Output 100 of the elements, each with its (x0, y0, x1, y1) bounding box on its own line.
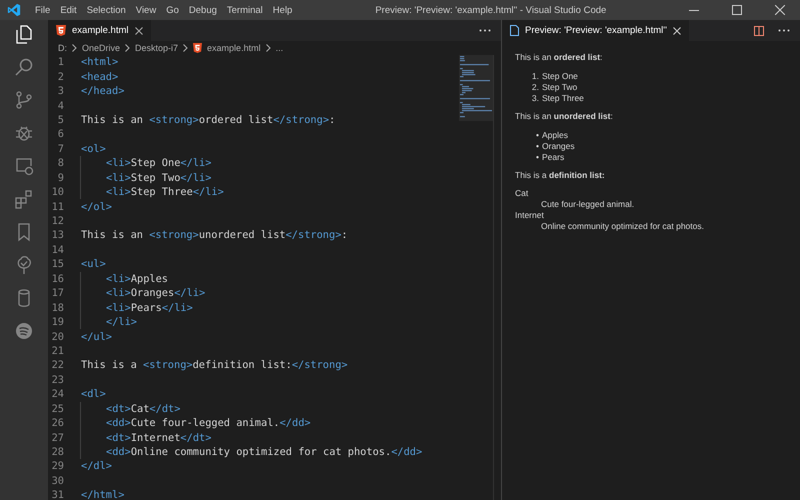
menu-item[interactable]: Help (268, 4, 298, 16)
line-number: 11 (50, 200, 64, 213)
preview-paragraph: This is an ordered list: (515, 52, 604, 62)
menu-item[interactable]: View (130, 4, 162, 16)
code-line: <li>Step One</li> (106, 157, 212, 170)
code-line: <li>Oranges</li> (106, 287, 206, 300)
split-editor-icon[interactable] (754, 26, 764, 36)
code-line: <ol> (81, 142, 106, 155)
code-line: This is an <strong>unordered list</strong>: (81, 229, 348, 242)
code-line: <li>Step Two</li> (106, 172, 212, 184)
preview-tab[interactable]: Preview: 'Preview: 'example.html'' (502, 20, 689, 41)
code-line: <dt>Cat</dt> (106, 402, 180, 415)
line-number: 15 (50, 258, 64, 270)
extensions-icon[interactable] (14, 189, 34, 209)
chevron-icon (183, 44, 188, 52)
line-number: 9 (56, 172, 64, 184)
code-line: </dl> (81, 460, 112, 472)
chevron-icon (125, 44, 130, 52)
line-number: 10 (50, 186, 64, 198)
list-marker: 1. (530, 70, 540, 80)
code-line: <dd>Cute four-legged animal.</dd> (106, 417, 311, 430)
more-icon[interactable] (778, 29, 790, 32)
line-number: 20 (50, 330, 64, 343)
menu-item[interactable]: Terminal (222, 4, 268, 16)
breadcrumb-item[interactable]: example.html (207, 43, 261, 53)
line-number: 21 (50, 344, 64, 357)
code-line: </head> (81, 85, 124, 98)
line-number: 23 (50, 374, 64, 386)
code-line: </html> (81, 489, 124, 500)
code-line: </ol> (81, 200, 112, 213)
html-file-icon (56, 25, 66, 36)
preview-paragraph: This is an unordered list: (515, 111, 614, 121)
code-line: This is an <strong>ordered list</strong>: (81, 114, 336, 126)
menu-item[interactable]: File (30, 4, 56, 16)
list-marker: 2. (530, 82, 540, 92)
list-marker: • (535, 152, 540, 162)
line-number: 2 (56, 70, 64, 83)
line-number: 19 (50, 316, 64, 328)
menu-item[interactable]: Debug (184, 4, 222, 16)
branch-icon[interactable] (14, 90, 34, 110)
line-number: 17 (50, 287, 64, 300)
breadcrumb-item[interactable]: OneDrive (82, 43, 120, 53)
preview-paragraph: This is a definition list: (515, 170, 606, 180)
code-line: <li>Apples (106, 272, 168, 285)
line-number: 16 (50, 272, 64, 285)
line-number: 8 (56, 157, 64, 170)
list-item: Oranges (542, 140, 575, 150)
list-item: Step One (542, 70, 578, 80)
search-icon[interactable] (14, 57, 34, 77)
code-line: <li>Pears</li> (106, 302, 193, 314)
menu-item[interactable]: Selection (82, 4, 131, 16)
code-line: <dl> (81, 388, 106, 400)
list-marker: • (535, 130, 540, 140)
code-line: <dd>Online community optimized for cat photos.</dd> (106, 446, 422, 458)
line-number: 24 (50, 388, 64, 400)
music-icon[interactable] (14, 321, 34, 341)
line-number: 25 (50, 402, 64, 415)
code-line: <li>Step Three</li> (106, 186, 224, 198)
line-number: 3 (56, 85, 64, 98)
code-line: <dt>Internet</dt> (106, 432, 212, 444)
files-icon[interactable] (14, 24, 34, 44)
line-number: 18 (50, 302, 64, 314)
code-line: </li> (106, 316, 137, 328)
line-number: 31 (50, 489, 64, 500)
close-icon[interactable] (775, 5, 785, 15)
definition-term: Internet (515, 210, 545, 221)
document-icon (510, 25, 519, 36)
list-item: Apples (542, 130, 568, 140)
line-number: 14 (50, 244, 64, 256)
chevron-icon (72, 44, 77, 52)
list-item: Step Three (542, 92, 584, 102)
monitor-icon[interactable] (14, 156, 34, 176)
code-line: <ul> (81, 258, 106, 270)
code-line: <head> (81, 70, 118, 83)
breadcrumb-item[interactable]: Desktop-i7 (135, 43, 178, 53)
close-icon[interactable] (672, 26, 681, 34)
definition-text: Cute four-legged animal. (540, 199, 636, 210)
window-title: Preview: 'Preview: 'example.html'' - Visual Studio Code (375, 4, 606, 16)
line-number: 1 (56, 56, 64, 68)
breadcrumb-item[interactable]: D: (58, 43, 67, 53)
line-number: 27 (50, 432, 64, 444)
menu-item[interactable]: Go (161, 4, 184, 16)
list-marker: • (535, 140, 540, 150)
close-icon[interactable] (134, 26, 142, 34)
line-number: 12 (50, 215, 64, 228)
line-number: 22 (50, 359, 64, 372)
breadcrumb-item[interactable]: ... (276, 43, 284, 53)
line-number: 29 (50, 460, 64, 472)
maximize-icon[interactable] (732, 5, 742, 15)
menu-item[interactable]: Edit (55, 4, 82, 16)
more-icon[interactable] (479, 29, 491, 32)
line-number: 26 (50, 417, 64, 430)
html-file-icon (193, 43, 202, 53)
line-number: 7 (56, 142, 64, 155)
code-line: </ul> (81, 330, 112, 343)
line-number: 5 (56, 114, 64, 126)
chevron-icon (266, 44, 271, 52)
editor-tab[interactable]: example.html (48, 20, 150, 41)
list-marker: 3. (530, 92, 540, 102)
line-number: 4 (56, 100, 64, 112)
